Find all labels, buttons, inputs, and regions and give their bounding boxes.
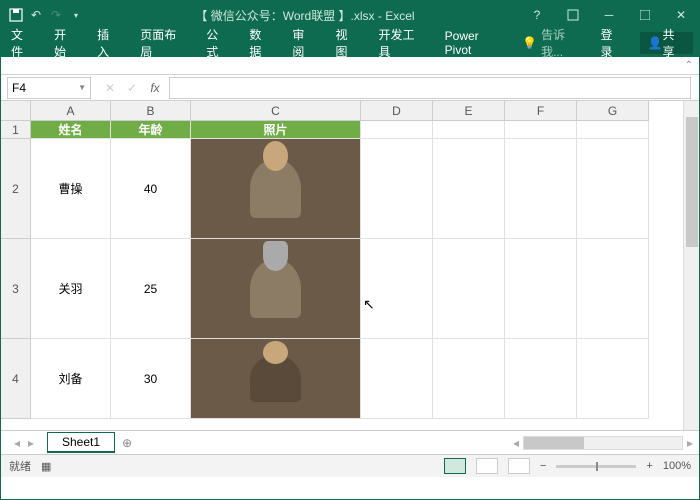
redo-icon: ↷ (47, 6, 65, 24)
ribbon-tab[interactable]: 开始 (44, 29, 87, 57)
add-sheet-button[interactable]: ⊕ (115, 436, 139, 450)
cell[interactable]: 关羽 (31, 239, 111, 339)
cell[interactable]: 40 (111, 139, 191, 239)
sheet-prev-icon[interactable]: ◂ (14, 436, 20, 450)
vertical-scrollbar[interactable] (683, 101, 699, 430)
cell[interactable]: 25 (111, 239, 191, 339)
cell[interactable] (505, 139, 577, 239)
row-header[interactable]: 4 (1, 339, 31, 419)
ribbon-tab[interactable]: Power Pivot (435, 29, 516, 57)
minimize-button[interactable]: ─ (591, 1, 627, 29)
col-header[interactable]: E (433, 101, 505, 121)
cell[interactable] (191, 339, 361, 419)
cell[interactable] (191, 239, 361, 339)
view-pagebreak-button[interactable] (508, 458, 530, 474)
sheet-next-icon[interactable]: ▸ (28, 436, 34, 450)
horizontal-scrollbar[interactable] (523, 436, 683, 450)
cell[interactable] (361, 139, 433, 239)
hscroll-right-icon[interactable]: ▸ (683, 436, 693, 450)
cell[interactable] (361, 339, 433, 419)
col-header[interactable]: A (31, 101, 111, 121)
photo-thumbnail[interactable] (191, 139, 360, 238)
cell[interactable] (577, 239, 649, 339)
chevron-down-icon[interactable]: ▼ (78, 83, 86, 92)
sheet-tab[interactable]: Sheet1 (47, 432, 115, 453)
cell[interactable] (577, 139, 649, 239)
col-header[interactable]: G (577, 101, 649, 121)
ribbon-tab[interactable]: 审阅 (282, 29, 325, 57)
status-ready: 就绪 (9, 458, 31, 474)
fx-icon[interactable]: fx (143, 77, 165, 99)
cell[interactable] (433, 139, 505, 239)
photo-thumbnail[interactable] (191, 239, 360, 338)
cell[interactable] (361, 121, 433, 139)
name-box[interactable]: F4▼ (7, 77, 91, 99)
ribbon-tab[interactable]: 视图 (325, 29, 368, 57)
zoom-in-button[interactable]: + (646, 460, 652, 472)
cell[interactable] (505, 239, 577, 339)
zoom-out-button[interactable]: − (540, 460, 546, 472)
bulb-icon: 💡 (522, 36, 537, 50)
qat-more-icon[interactable]: ▾ (67, 6, 85, 24)
share-button[interactable]: 👤共享 (640, 32, 693, 54)
cell[interactable]: 照片 (191, 121, 361, 139)
cell[interactable] (505, 121, 577, 139)
cell[interactable] (577, 339, 649, 419)
cell[interactable]: 刘备 (31, 339, 111, 419)
maximize-button[interactable] (627, 1, 663, 29)
save-icon[interactable] (7, 6, 25, 24)
col-header[interactable]: C (191, 101, 361, 121)
window-title: 【 微信公众号：Word联盟 】.xlsx - Excel (91, 7, 519, 24)
cell[interactable] (433, 121, 505, 139)
ribbon-tab[interactable]: 数据 (239, 29, 282, 57)
undo-icon[interactable]: ↶ (27, 6, 45, 24)
help-icon[interactable]: ? (519, 1, 555, 29)
confirm-formula-icon: ✓ (121, 77, 143, 99)
ribbon-tab[interactable]: 文件 (1, 29, 44, 57)
view-layout-button[interactable] (476, 458, 498, 474)
cell[interactable] (191, 139, 361, 239)
select-all-corner[interactable] (1, 101, 31, 121)
cell[interactable] (433, 239, 505, 339)
view-normal-button[interactable] (444, 458, 466, 474)
row-header[interactable]: 3 (1, 239, 31, 339)
cell[interactable] (505, 339, 577, 419)
window-options-icon[interactable] (555, 1, 591, 29)
col-header[interactable]: B (111, 101, 191, 121)
row-header[interactable]: 1 (1, 121, 31, 139)
zoom-slider[interactable] (556, 465, 636, 468)
cell[interactable]: 姓名 (31, 121, 111, 139)
cell[interactable] (433, 339, 505, 419)
cancel-formula-icon: ✕ (99, 77, 121, 99)
collapse-ribbon-icon[interactable]: ⌃ (685, 60, 693, 71)
close-button[interactable]: ✕ (663, 1, 699, 29)
zoom-level[interactable]: 100% (663, 460, 691, 472)
cell[interactable]: 年龄 (111, 121, 191, 139)
tell-me[interactable]: 💡告诉我... (516, 26, 590, 60)
row-header[interactable]: 2 (1, 139, 31, 239)
col-header[interactable]: D (361, 101, 433, 121)
cell[interactable]: 30 (111, 339, 191, 419)
col-header[interactable]: F (505, 101, 577, 121)
spreadsheet-grid[interactable]: ABCDEFG 1234 姓名年龄照片曹操40关羽25刘备30 ↖ (1, 101, 699, 431)
cell[interactable] (361, 239, 433, 339)
formula-bar[interactable] (169, 77, 691, 99)
ribbon-tab[interactable]: 公式 (196, 29, 239, 57)
ribbon-tab[interactable]: 插入 (87, 29, 130, 57)
login-link[interactable]: 登录 (591, 29, 634, 57)
ribbon-tab[interactable]: 页面布局 (130, 29, 196, 57)
cell[interactable]: 曹操 (31, 139, 111, 239)
ribbon-tab[interactable]: 开发工具 (369, 29, 435, 57)
macro-record-icon[interactable]: ▦ (41, 460, 51, 473)
person-icon: 👤 (648, 36, 663, 50)
cell[interactable] (577, 121, 649, 139)
hscroll-left-icon[interactable]: ◂ (513, 436, 523, 450)
photo-thumbnail[interactable] (191, 339, 360, 418)
